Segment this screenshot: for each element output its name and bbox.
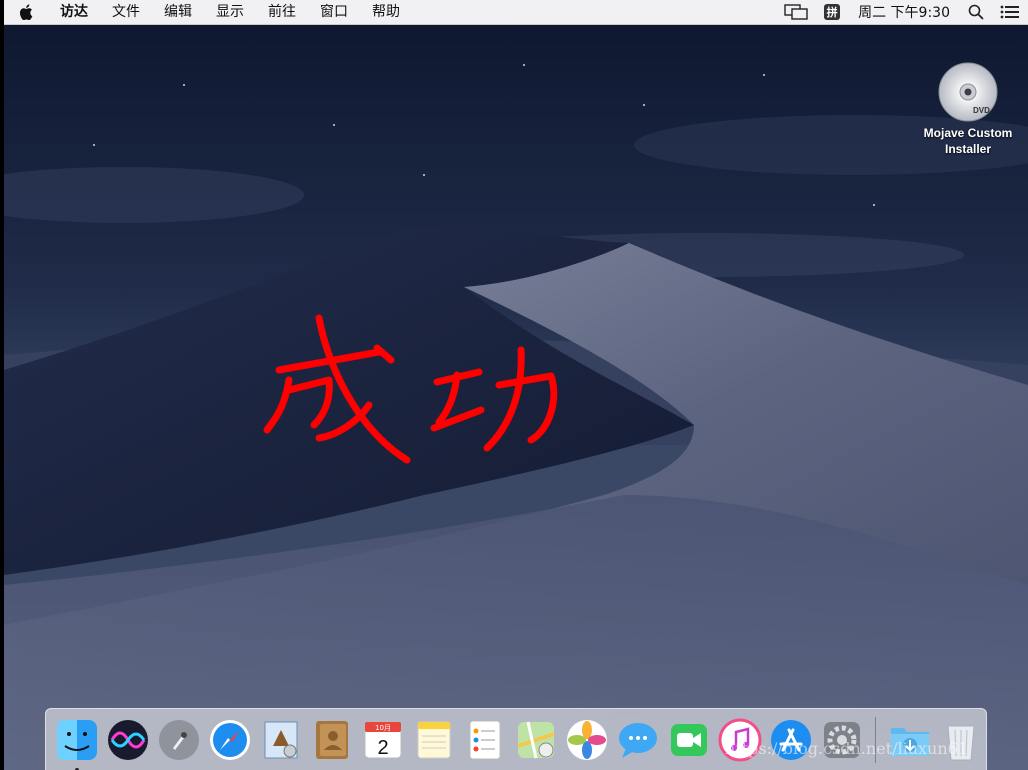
dvd-label-text: DVD — [973, 106, 990, 115]
menu-extras: 拼 周二 下午9:30 — [776, 0, 1028, 25]
maps-icon — [516, 721, 555, 758]
input-method-icon: 拼 — [824, 4, 841, 20]
contacts-icon — [315, 720, 348, 759]
input-method-menu[interactable]: 拼 — [816, 0, 848, 25]
desktop[interactable]: 成功 DVD Mojave Custom Installer — [4, 25, 1028, 770]
apple-logo-icon — [19, 4, 33, 20]
dock-reminders[interactable] — [459, 714, 510, 766]
dock-safari[interactable] — [204, 714, 255, 766]
dock-maps[interactable] — [510, 714, 561, 766]
mail-icon — [264, 721, 297, 758]
apple-menu[interactable] — [4, 4, 48, 20]
calendar-month: 10月 — [375, 724, 391, 732]
launchpad-icon — [158, 719, 199, 760]
photos-icon — [566, 719, 607, 760]
menu-window[interactable]: 窗口 — [308, 0, 360, 25]
handwritten-annotation: 成功 — [263, 314, 558, 464]
dock-messages[interactable] — [612, 714, 663, 766]
calendar-day: 2 — [377, 737, 388, 759]
dock-calendar[interactable]: 10月 2 — [357, 714, 408, 766]
menu-file[interactable]: 文件 — [100, 0, 152, 25]
dock-siri[interactable] — [102, 714, 153, 766]
menu-help[interactable]: 帮助 — [360, 0, 412, 25]
menu-finder[interactable]: 访达 — [48, 0, 100, 25]
siri-icon — [107, 719, 148, 760]
dock: 10月 2 https://blog.csdn.net/liuxun61 — [45, 708, 987, 770]
calendar-icon: 10月 2 — [364, 721, 401, 759]
dock-finder[interactable] — [51, 714, 102, 770]
safari-icon — [209, 719, 250, 760]
dock-mail[interactable] — [255, 714, 306, 766]
desktop-icon-label: Mojave Custom Installer — [924, 125, 1013, 157]
messages-icon — [618, 722, 657, 758]
spotlight-search-icon[interactable] — [960, 0, 992, 25]
dock-photos[interactable] — [561, 714, 612, 766]
dvd-disc-icon: DVD — [938, 62, 998, 122]
dock-notes[interactable] — [408, 714, 459, 766]
notification-center-icon[interactable] — [992, 0, 1028, 25]
mojave-installer-desktop-icon[interactable]: DVD Mojave Custom Installer — [910, 61, 1026, 157]
dock-facetime[interactable] — [663, 714, 714, 766]
watermark-text: https://blog.csdn.net/liuxun61 — [724, 739, 968, 758]
display-mirroring-icon[interactable] — [776, 0, 816, 25]
menu-edit[interactable]: 编辑 — [152, 0, 204, 25]
reminders-icon — [469, 720, 500, 759]
notes-icon — [417, 721, 450, 758]
menu-bar: 访达 文件 编辑 显示 前往 窗口 帮助 拼 周二 下午9:30 — [4, 0, 1028, 25]
facetime-icon — [670, 723, 707, 756]
dock-contacts[interactable] — [306, 714, 357, 766]
dock-launchpad[interactable] — [153, 714, 204, 766]
desktop-icon-label-line1: Mojave Custom — [923, 126, 1013, 140]
menu-go[interactable]: 前往 — [256, 0, 308, 25]
finder-icon — [56, 719, 97, 760]
menu-view[interactable]: 显示 — [204, 0, 256, 25]
menu-clock[interactable]: 周二 下午9:30 — [848, 2, 960, 22]
desktop-icon-label-line2: Installer — [944, 142, 992, 156]
